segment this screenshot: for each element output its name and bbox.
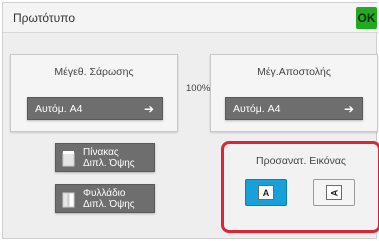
scan-size-panel: Μέγεθ. Σάρωσης Αυτόμ. A4 ➔ [10, 54, 178, 132]
booklet-duplex-button[interactable]: Φυλλάδιο Διπλ. Όψης [55, 184, 155, 213]
send-size-value: Αυτόμ. A4 [233, 102, 281, 115]
portrait-page-icon: A [258, 185, 274, 200]
arrow-right-icon: ➔ [343, 101, 354, 116]
arrow-right-icon: ➔ [143, 101, 154, 116]
orientation-portrait-button[interactable]: A [245, 179, 287, 206]
booklet-duplex-line1: Φυλλάδιο [83, 188, 126, 199]
ok-button[interactable]: OK [356, 7, 377, 29]
scan-size-button[interactable]: Αυτόμ. A4 ➔ [27, 97, 163, 120]
table-duplex-line2: Διπλ. Όψης [83, 158, 135, 169]
orientation-landscape-button[interactable]: A [313, 179, 355, 206]
booklet-duplex-line2: Διπλ. Όψης [83, 199, 135, 210]
send-size-label: Μέγ.Αποστολής [257, 66, 331, 78]
scan-size-value: Αυτόμ. A4 [35, 102, 83, 115]
ratio-label: 100% [186, 83, 211, 94]
image-orientation-panel: Προσανατ. Εικόνας A A [221, 141, 379, 233]
scan-size-label: Μέγεθ. Σάρωσης [54, 66, 134, 78]
booklet-duplex-icon [62, 192, 75, 208]
landscape-page-icon: A [326, 185, 342, 200]
table-duplex-line1: Πίνακας [83, 147, 119, 158]
send-size-button[interactable]: Αυτόμ. A4 ➔ [225, 97, 363, 120]
table-duplex-icon [62, 151, 75, 167]
send-size-panel: Μέγ.Αποστολής Αυτόμ. A4 ➔ [210, 54, 378, 132]
original-settings-screen: Πρωτότυπο OK Μέγεθ. Σάρωσης Αυτόμ. A4 ➔ … [2, 2, 379, 239]
header-bar: Πρωτότυπο OK [3, 3, 378, 33]
page-title: Πρωτότυπο [13, 11, 76, 25]
image-orientation-label: Προσανατ. Εικόνας [256, 155, 346, 167]
landscape-glyph: A [329, 189, 339, 196]
table-duplex-button[interactable]: Πίνακας Διπλ. Όψης [55, 143, 155, 172]
